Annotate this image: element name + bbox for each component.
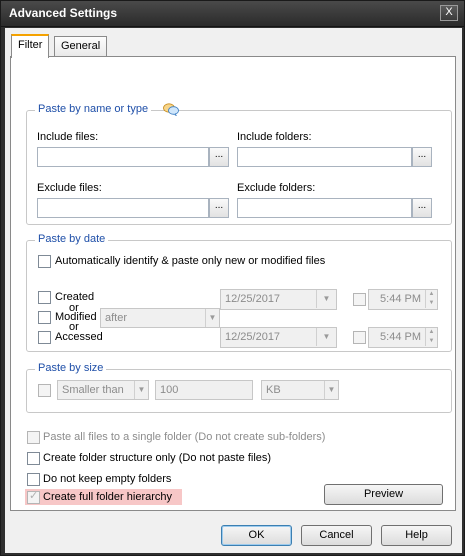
title-bar[interactable]: Advanced Settings X (1, 1, 464, 27)
date-picker-2[interactable]: 12/25/2017 ▼ (220, 327, 337, 348)
tab-general[interactable]: General (54, 36, 108, 57)
ok-button[interactable]: OK (221, 525, 292, 546)
include-folders-browse-button[interactable]: ... (412, 147, 432, 167)
paste-by-size-title: Paste by size (35, 362, 107, 374)
single-folder-label: Paste all files to a single folder (Do n… (43, 431, 326, 443)
time-spinner-2[interactable]: ▲ ▼ (425, 328, 437, 346)
date-condition-value: after (105, 312, 128, 324)
include-files-browse-button[interactable]: ... (209, 147, 229, 167)
calendar-icon: ▼ (316, 328, 336, 346)
structure-only-label: Create folder structure only (Do not pas… (43, 452, 272, 464)
paste-by-size-group: Paste by size Smaller than ▼ 100 KB ▼ (26, 362, 452, 413)
exclude-files-input[interactable] (37, 198, 209, 218)
time-picker-1[interactable]: 5:44 PM ▲ ▼ (368, 289, 438, 310)
include-folders-label: Include folders: (237, 131, 312, 143)
accessed-label: Accessed (55, 331, 103, 343)
preview-button[interactable]: Preview (324, 484, 443, 505)
time-value-1: 5:44 PM (380, 293, 421, 305)
date-value-1: 12/25/2017 (225, 293, 281, 305)
auto-identify-label: Automatically identify & paste only new … (55, 255, 326, 267)
window-title: Advanced Settings (9, 6, 118, 20)
time-picker-2[interactable]: 5:44 PM ▲ ▼ (368, 327, 438, 348)
exclude-folders-label: Exclude folders: (237, 182, 316, 194)
dialog-client: Filter General Paste by name or type Inc… (5, 28, 462, 553)
size-comparison-value: Smaller than (62, 384, 124, 396)
size-checkbox[interactable] (38, 384, 51, 397)
accessed-checkbox[interactable] (38, 331, 51, 344)
exclude-folders-input[interactable] (237, 198, 412, 218)
single-folder-checkbox[interactable] (27, 431, 40, 444)
filter-tab-panel: Paste by name or type Include files: ...… (10, 56, 456, 511)
close-button[interactable]: X (440, 5, 458, 21)
size-value-input[interactable]: 100 (155, 380, 253, 400)
time-checkbox-2[interactable] (353, 331, 366, 344)
full-hierarchy-checkbox[interactable] (27, 489, 40, 504)
date-picker-1[interactable]: 12/25/2017 ▼ (220, 289, 337, 310)
cancel-button[interactable]: Cancel (301, 525, 372, 546)
include-files-label: Include files: (37, 131, 99, 143)
time-value-2: 5:44 PM (380, 331, 421, 343)
no-empty-folders-checkbox[interactable] (27, 473, 40, 486)
structure-only-checkbox[interactable] (27, 452, 40, 465)
advanced-settings-dialog: Advanced Settings X Filter General Paste… (0, 0, 465, 556)
exclude-files-label: Exclude files: (37, 182, 102, 194)
include-folders-input[interactable] (237, 147, 412, 167)
created-checkbox[interactable] (38, 291, 51, 304)
size-comparison-select[interactable]: Smaller than ▼ (57, 380, 149, 400)
size-unit-select[interactable]: KB ▼ (261, 380, 339, 400)
full-hierarchy-label: Create full folder hierarchy (43, 491, 173, 503)
paste-by-name-group: Paste by name or type Include files: ...… (26, 103, 452, 225)
size-unit-value: KB (266, 384, 281, 396)
calendar-icon: ▼ (316, 290, 336, 308)
auto-identify-checkbox[interactable] (38, 255, 51, 268)
chat-bubbles-icon[interactable] (163, 103, 179, 116)
chevron-down-icon: ▼ (324, 381, 338, 399)
exclude-folders-browse-button[interactable]: ... (412, 198, 432, 218)
date-condition-select[interactable]: after ▼ (100, 308, 220, 328)
tab-filter[interactable]: Filter (11, 34, 50, 58)
include-files-input[interactable] (37, 147, 209, 167)
chevron-down-icon: ▼ (205, 309, 219, 327)
time-checkbox-1[interactable] (353, 293, 366, 306)
paste-by-date-title: Paste by date (35, 233, 109, 245)
paste-by-name-title: Paste by name or type (35, 103, 152, 115)
no-empty-folders-label: Do not keep empty folders (43, 473, 172, 485)
chevron-down-icon: ▼ (134, 381, 148, 399)
paste-by-date-group: Paste by date Automatically identify & p… (26, 233, 452, 352)
modified-checkbox[interactable] (38, 311, 51, 324)
help-button[interactable]: Help (381, 525, 452, 546)
time-spinner-1[interactable]: ▲ ▼ (425, 290, 437, 308)
exclude-files-browse-button[interactable]: ... (209, 198, 229, 218)
date-value-2: 12/25/2017 (225, 331, 281, 343)
